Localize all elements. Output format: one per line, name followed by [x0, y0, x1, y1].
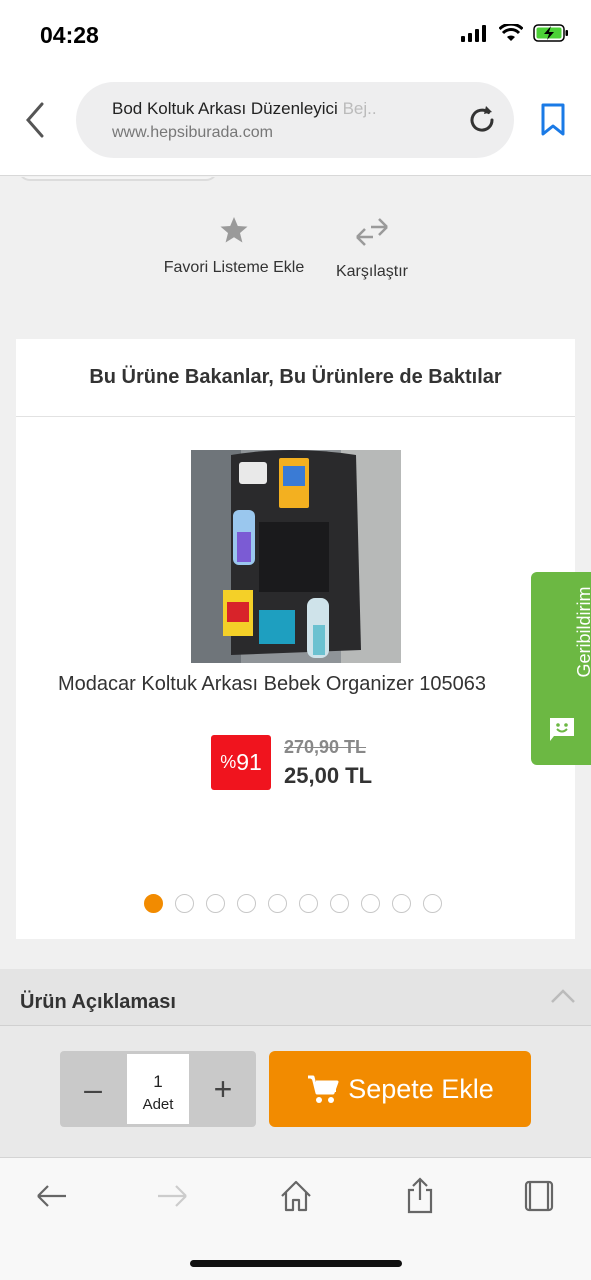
carousel-dot[interactable]: [423, 894, 442, 913]
star-icon: [220, 217, 248, 243]
bookmark-icon[interactable]: [538, 102, 568, 138]
add-to-cart-bar: – 1 Adet + Sepete Ekle: [0, 1025, 591, 1157]
share-icon[interactable]: [400, 1176, 440, 1216]
add-to-cart-label: Sepete Ekle: [348, 1073, 494, 1104]
carousel-dot[interactable]: [175, 894, 194, 913]
description-accordion[interactable]: Ürün Açıklaması: [0, 969, 591, 1025]
favorite-label: Favori Listeme Ekle: [163, 259, 305, 276]
page-content: Favori Listeme Ekle Karşılaştır Bu Ürüne…: [0, 177, 591, 1157]
page-title: Bod Koltuk Arkası Düzenleyici Bej..: [112, 99, 377, 118]
back-arrow-icon[interactable]: [32, 1176, 72, 1216]
discount-badge: % 91: [211, 735, 271, 790]
carousel-dot[interactable]: [144, 894, 163, 913]
url-field[interactable]: Bod Koltuk Arkası Düzenleyici Bej.. www.…: [76, 82, 514, 158]
tabs-icon[interactable]: [520, 1176, 560, 1216]
compare-button[interactable]: Karşılaştır: [330, 215, 414, 281]
recommendations-title: Bu Ürüne Bakanlar, Bu Ürünlere de Baktıl…: [16, 339, 575, 417]
browser-address-bar: Bod Koltuk Arkası Düzenleyici Bej.. www.…: [0, 70, 591, 176]
decrease-quantity-button[interactable]: –: [60, 1051, 126, 1127]
carousel-dot[interactable]: [299, 894, 318, 913]
carousel-dot[interactable]: [268, 894, 287, 913]
signal-icon: [461, 25, 486, 42]
battery-charging-icon: [533, 24, 568, 42]
carousel-dot[interactable]: [330, 894, 349, 913]
chevron-up-icon[interactable]: [550, 987, 576, 1005]
quantity-field[interactable]: 1 Adet: [127, 1054, 189, 1124]
favorite-button[interactable]: Favori Listeme Ekle: [156, 215, 312, 277]
wifi-icon: [499, 24, 523, 41]
quantity-unit: Adet: [142, 1096, 174, 1113]
reload-icon[interactable]: [464, 102, 500, 138]
feedback-tab[interactable]: Geribildirim: [531, 572, 591, 765]
home-icon[interactable]: [276, 1176, 316, 1216]
quantity-value: 1: [153, 1072, 163, 1091]
cart-icon: [308, 1075, 339, 1103]
status-time: 04:28: [40, 22, 99, 48]
forward-arrow-icon[interactable]: [152, 1176, 192, 1216]
product-name[interactable]: Modacar Koltuk Arkası Bebek Organizer 10…: [58, 673, 578, 696]
description-title: Ürün Açıklaması: [20, 991, 176, 1013]
back-chevron-icon[interactable]: [20, 100, 56, 140]
old-price: 270,90 TL: [284, 737, 367, 757]
status-bar: 04:28: [0, 0, 591, 70]
product-actions: Favori Listeme Ekle Karşılaştır: [0, 215, 591, 295]
page-domain: www.hepsiburada.com: [112, 124, 273, 141]
carousel-dot[interactable]: [237, 894, 256, 913]
new-price: 25,00 TL: [284, 763, 373, 788]
compare-label: Karşılaştır: [335, 263, 408, 280]
increase-quantity-button[interactable]: +: [190, 1051, 256, 1127]
home-indicator: [190, 1260, 402, 1267]
product-image[interactable]: [191, 450, 401, 663]
compare-arrows-icon: [356, 218, 388, 246]
carousel-dot[interactable]: [361, 894, 380, 913]
add-to-cart-button[interactable]: Sepete Ekle: [269, 1051, 531, 1127]
carousel-dot[interactable]: [392, 894, 411, 913]
recommendations-card: Bu Ürüne Bakanlar, Bu Ürünlere de Baktıl…: [16, 339, 575, 939]
partial-button[interactable]: [18, 177, 218, 181]
carousel-dots: [144, 894, 442, 913]
carousel-dot[interactable]: [206, 894, 225, 913]
feedback-smile-icon: [550, 718, 574, 741]
browser-toolbar: [0, 1157, 591, 1280]
feedback-label: Geribildirim: [574, 586, 591, 678]
quantity-stepper: – 1 Adet +: [60, 1051, 256, 1127]
